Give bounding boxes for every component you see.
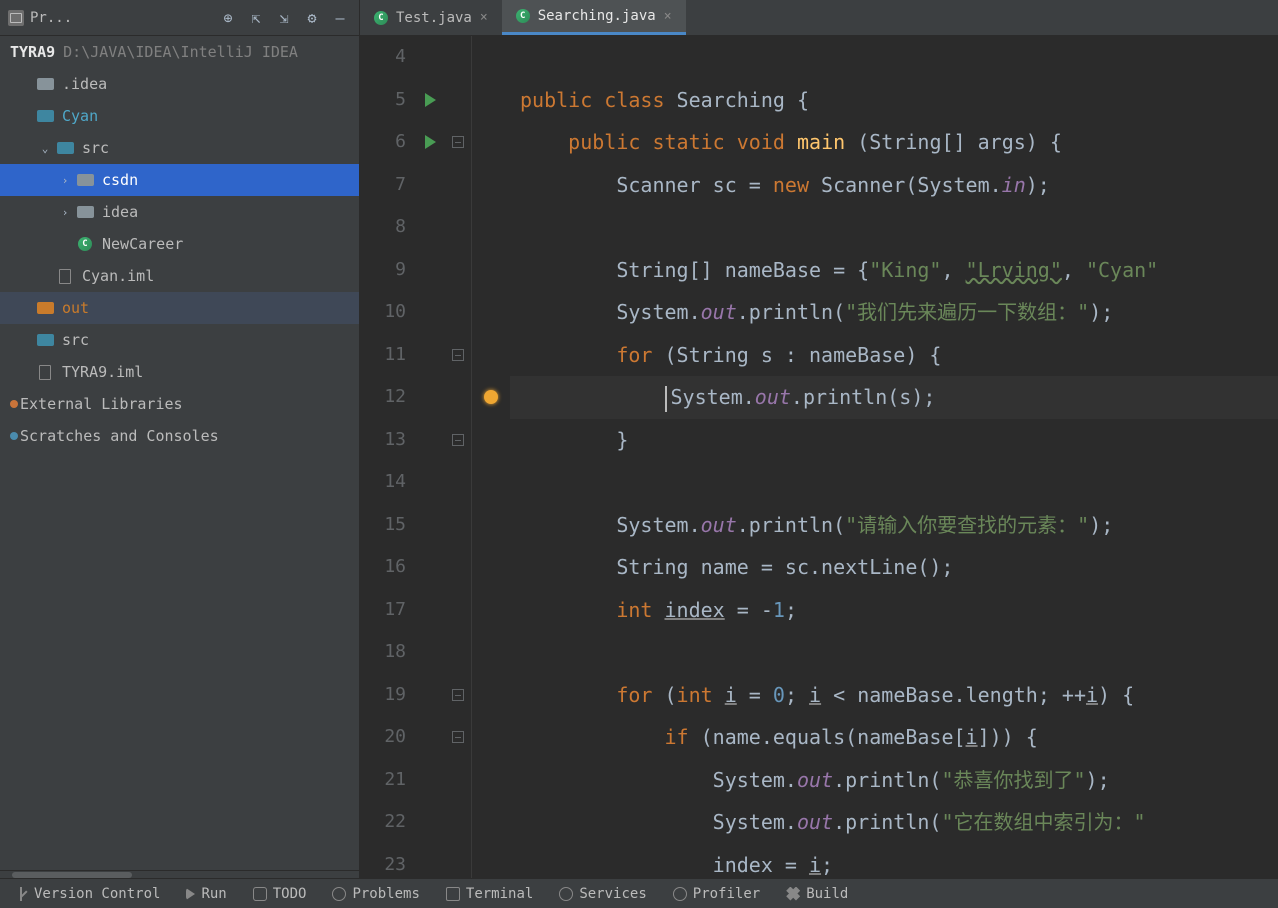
list-icon bbox=[253, 887, 267, 901]
tree-item-src[interactable]: ⌄src bbox=[0, 132, 359, 164]
profiler-icon bbox=[673, 887, 687, 901]
services-icon bbox=[559, 887, 573, 901]
fold-icon[interactable] bbox=[452, 731, 464, 743]
tab-searching-java[interactable]: Searching.java × bbox=[502, 0, 686, 35]
java-file-icon bbox=[374, 11, 388, 25]
editor-area: Test.java × Searching.java × 45678910111… bbox=[360, 0, 1278, 878]
run-line-icon[interactable] bbox=[425, 135, 436, 149]
tab-test-java[interactable]: Test.java × bbox=[360, 0, 502, 35]
java-file-icon bbox=[516, 9, 530, 23]
run-line-icon[interactable] bbox=[425, 93, 436, 107]
project-name: TYRA9 bbox=[10, 43, 55, 61]
terminal-button[interactable]: Terminal bbox=[446, 886, 533, 902]
run-button[interactable]: Run bbox=[186, 886, 226, 902]
fold-icon[interactable] bbox=[452, 349, 464, 361]
project-icon bbox=[8, 10, 24, 26]
todo-button[interactable]: TODO bbox=[253, 886, 307, 902]
tree-item-external-libraries[interactable]: External Libraries bbox=[0, 388, 359, 420]
fold-icon[interactable] bbox=[452, 136, 464, 148]
locate-icon[interactable]: ⊕ bbox=[217, 7, 239, 29]
services-button[interactable]: Services bbox=[559, 886, 646, 902]
intention-bulb-icon[interactable] bbox=[484, 390, 498, 404]
settings-icon[interactable]: ⚙ bbox=[301, 7, 323, 29]
project-path: D:\JAVA\IDEA\IntelliJ IDEA bbox=[63, 43, 298, 61]
sidebar-scrollbar[interactable] bbox=[0, 870, 359, 878]
play-icon bbox=[186, 888, 195, 900]
tree-item-cyan[interactable]: Cyan bbox=[0, 100, 359, 132]
tree-item-idea-folder[interactable]: .idea bbox=[0, 68, 359, 100]
vcs-button[interactable]: Version Control bbox=[14, 886, 160, 902]
warning-icon bbox=[332, 887, 346, 901]
profiler-button[interactable]: Profiler bbox=[673, 886, 760, 902]
fold-icon[interactable] bbox=[452, 434, 464, 446]
tree-item-cyan-iml[interactable]: Cyan.iml bbox=[0, 260, 359, 292]
build-button[interactable]: Build bbox=[786, 886, 848, 902]
close-icon[interactable]: × bbox=[664, 9, 672, 24]
bottom-toolbar: Version Control Run TODO Problems Termin… bbox=[0, 878, 1278, 908]
tree-item-out[interactable]: out bbox=[0, 292, 359, 324]
fold-gutter bbox=[444, 36, 472, 878]
project-tree: .idea Cyan ⌄src ›csdn ›idea NewCareer Cy… bbox=[0, 68, 359, 870]
project-tool-label[interactable]: Pr... bbox=[30, 10, 72, 26]
sidebar-header: Pr... ⊕ ⇱ ⇲ ⚙ — bbox=[0, 0, 359, 36]
editor-tabs: Test.java × Searching.java × bbox=[360, 0, 1278, 36]
tree-item-idea-pkg[interactable]: ›idea bbox=[0, 196, 359, 228]
fold-icon[interactable] bbox=[452, 689, 464, 701]
project-path-row: TYRA9 D:\JAVA\IDEA\IntelliJ IDEA bbox=[0, 36, 359, 68]
branch-icon bbox=[14, 887, 28, 901]
wrench-icon bbox=[786, 887, 800, 901]
run-gutter bbox=[416, 36, 444, 878]
tree-item-tyra-iml[interactable]: TYRA9.iml bbox=[0, 356, 359, 388]
minimize-icon[interactable]: — bbox=[329, 7, 351, 29]
expand-all-icon[interactable]: ⇱ bbox=[245, 7, 267, 29]
project-sidebar: Pr... ⊕ ⇱ ⇲ ⚙ — TYRA9 D:\JAVA\IDEA\Intel… bbox=[0, 0, 360, 878]
tree-item-newcareer[interactable]: NewCareer bbox=[0, 228, 359, 260]
code-content[interactable]: public class Searching { public static v… bbox=[510, 36, 1278, 878]
tree-item-scratches[interactable]: Scratches and Consoles bbox=[0, 420, 359, 452]
close-icon[interactable]: × bbox=[480, 10, 488, 25]
tree-item-csdn[interactable]: ›csdn bbox=[0, 164, 359, 196]
terminal-icon bbox=[446, 887, 460, 901]
problems-button[interactable]: Problems bbox=[332, 886, 419, 902]
tree-item-src2[interactable]: src bbox=[0, 324, 359, 356]
editor-body[interactable]: 4567891011121314151617181920212223 publi… bbox=[360, 36, 1278, 878]
collapse-all-icon[interactable]: ⇲ bbox=[273, 7, 295, 29]
line-number-gutter: 4567891011121314151617181920212223 bbox=[360, 36, 416, 878]
bulb-gutter bbox=[472, 36, 510, 878]
